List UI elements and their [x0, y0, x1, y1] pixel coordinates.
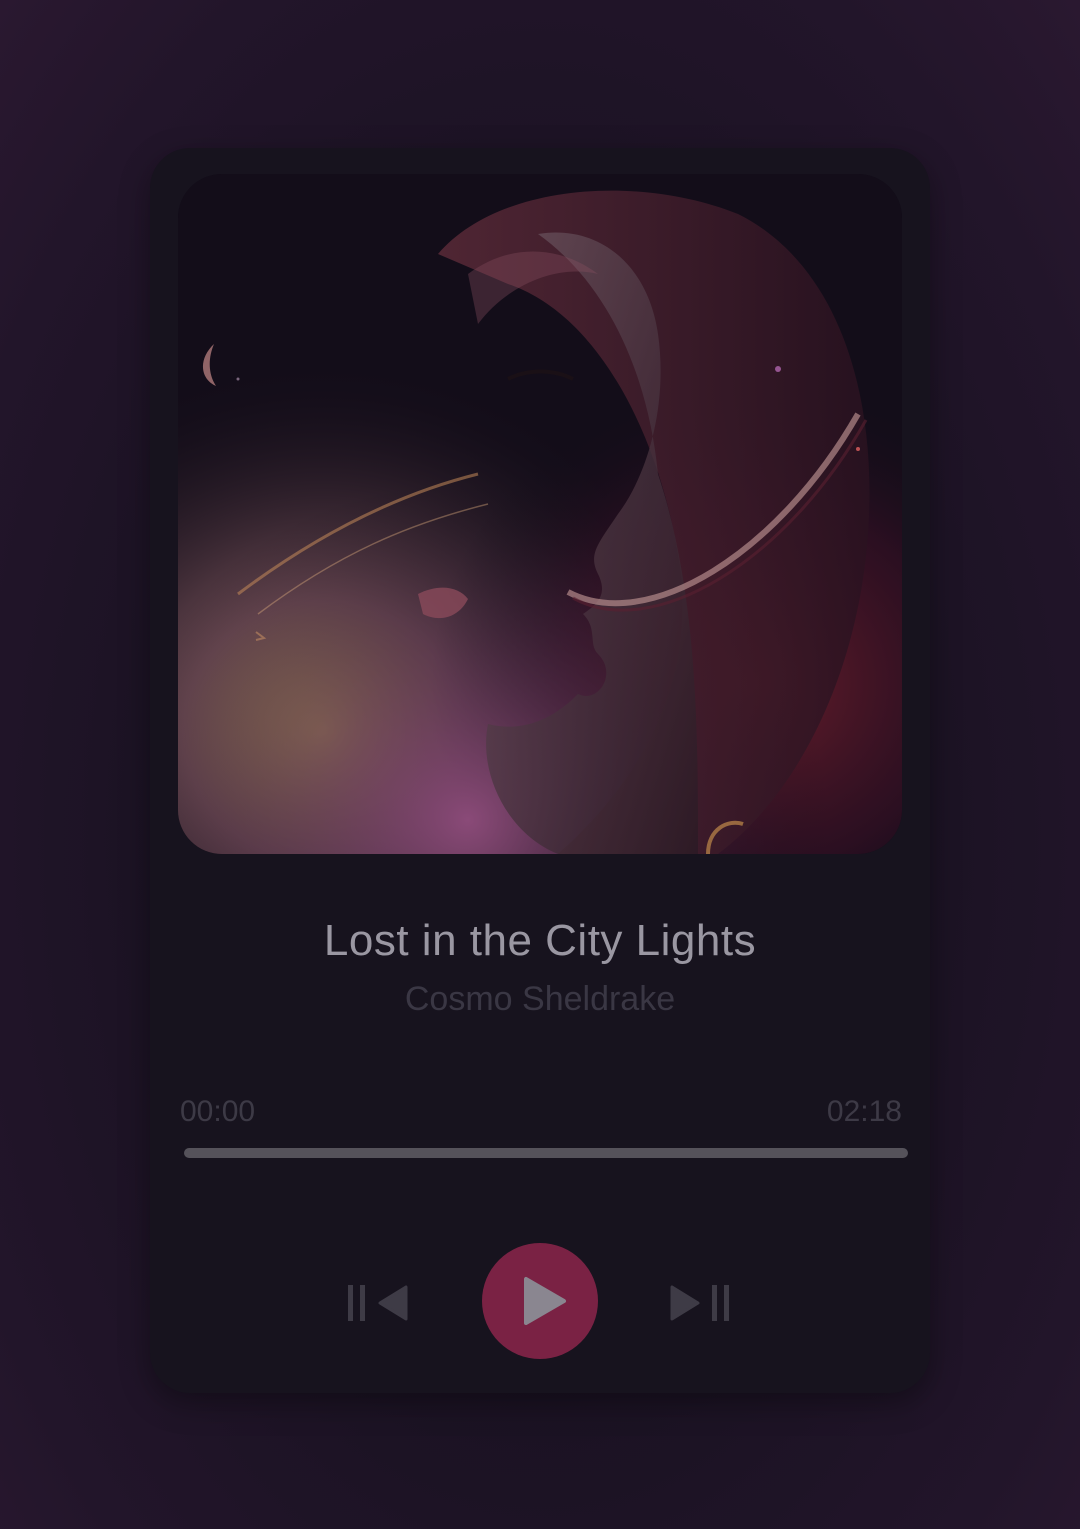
current-time: 00:00 [180, 1095, 256, 1128]
play-button[interactable] [482, 1243, 598, 1359]
progress-bar[interactable] [184, 1148, 908, 1158]
playback-controls [150, 1243, 930, 1359]
next-button[interactable] [668, 1281, 732, 1325]
music-player-card: Lost in the City Lights Cosmo Sheldrake … [150, 148, 930, 1393]
skip-previous-icon [348, 1285, 408, 1321]
album-art-image [178, 174, 902, 854]
skip-next-icon [670, 1285, 729, 1321]
track-artist: Cosmo Sheldrake [404, 980, 676, 1018]
duration: 02:18 [826, 1095, 902, 1128]
play-icon [524, 1277, 566, 1325]
previous-button[interactable] [346, 1281, 410, 1325]
album-art [178, 174, 902, 854]
track-title: Lost in the City Lights [323, 916, 757, 965]
